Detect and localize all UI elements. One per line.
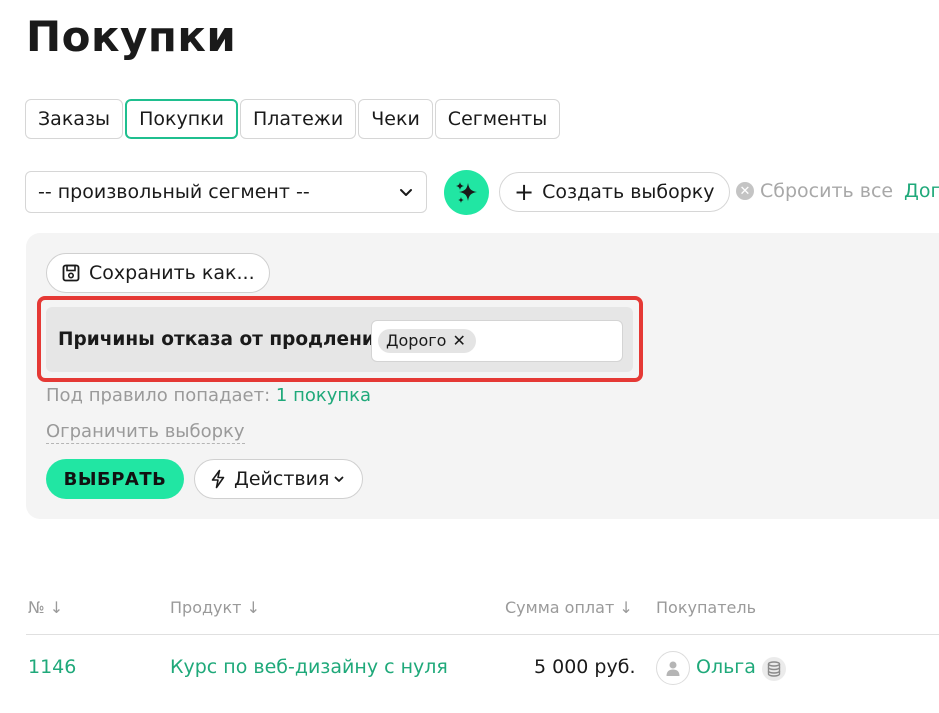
match-info: Под правило попадает: 1 покупка (46, 385, 371, 406)
tab-bar: Заказы Покупки Платежи Чеки Сегменты (25, 99, 562, 139)
highlight-frame (37, 296, 643, 382)
page: Покупки Заказы Покупки Платежи Чеки Сегм… (0, 0, 939, 713)
lightning-icon (211, 469, 225, 489)
page-title: Покупки (26, 12, 237, 61)
plus-icon: + (514, 178, 535, 206)
reset-all-label: Сбросить все (760, 180, 894, 202)
actions-dropdown[interactable]: Действия (194, 459, 363, 499)
database-icon[interactable] (762, 657, 786, 681)
save-disk-icon (62, 264, 80, 282)
chevron-down-icon (400, 189, 412, 196)
sparkle-icon (455, 181, 477, 203)
column-buyer[interactable]: Покупатель (656, 598, 756, 617)
create-selection-button[interactable]: + Создать выборку (499, 172, 730, 212)
limit-selection-link[interactable]: Ограничить выборку (46, 421, 245, 444)
reset-all-button[interactable]: ✕ Сбросить все (736, 180, 893, 202)
row-amount: 5 000 руб. (534, 656, 636, 678)
avatar (656, 651, 690, 685)
row-product-link[interactable]: Курс по веб-дизайну с нуля (170, 656, 448, 678)
save-as-label: Сохранить как... (89, 262, 255, 284)
column-product[interactable]: Продукт ↓ (170, 598, 260, 617)
close-circle-icon: ✕ (736, 182, 754, 200)
actions-label: Действия (234, 468, 330, 490)
row-number-link[interactable]: 1146 (28, 656, 76, 678)
more-link[interactable]: Доп (904, 180, 939, 202)
match-count-link[interactable]: 1 покупка (276, 385, 371, 406)
match-info-prefix: Под правило попадает: (46, 385, 276, 406)
column-number[interactable]: № ↓ (28, 598, 63, 617)
tab-segments[interactable]: Сегменты (434, 99, 561, 139)
ai-sparkle-button[interactable] (444, 170, 489, 215)
select-button[interactable]: ВЫБРАТЬ (46, 459, 184, 499)
chevron-down-icon (334, 476, 344, 482)
user-icon (666, 661, 680, 676)
database-glyph (767, 661, 781, 677)
segment-select[interactable]: -- произвольный сегмент -- (25, 171, 427, 213)
tab-orders[interactable]: Заказы (25, 99, 124, 139)
tab-payments[interactable]: Платежи (239, 99, 357, 139)
row-buyer-link[interactable]: Ольга (696, 656, 756, 678)
segment-select-value: -- произвольный сегмент -- (38, 181, 310, 203)
tab-receipts[interactable]: Чеки (358, 99, 433, 139)
save-as-button[interactable]: Сохранить как... (46, 253, 270, 293)
column-amount[interactable]: Сумма оплат ↓ (505, 598, 633, 617)
create-selection-label: Создать выборку (542, 181, 715, 203)
table-divider (26, 634, 939, 635)
tab-purchases[interactable]: Покупки (125, 99, 238, 139)
